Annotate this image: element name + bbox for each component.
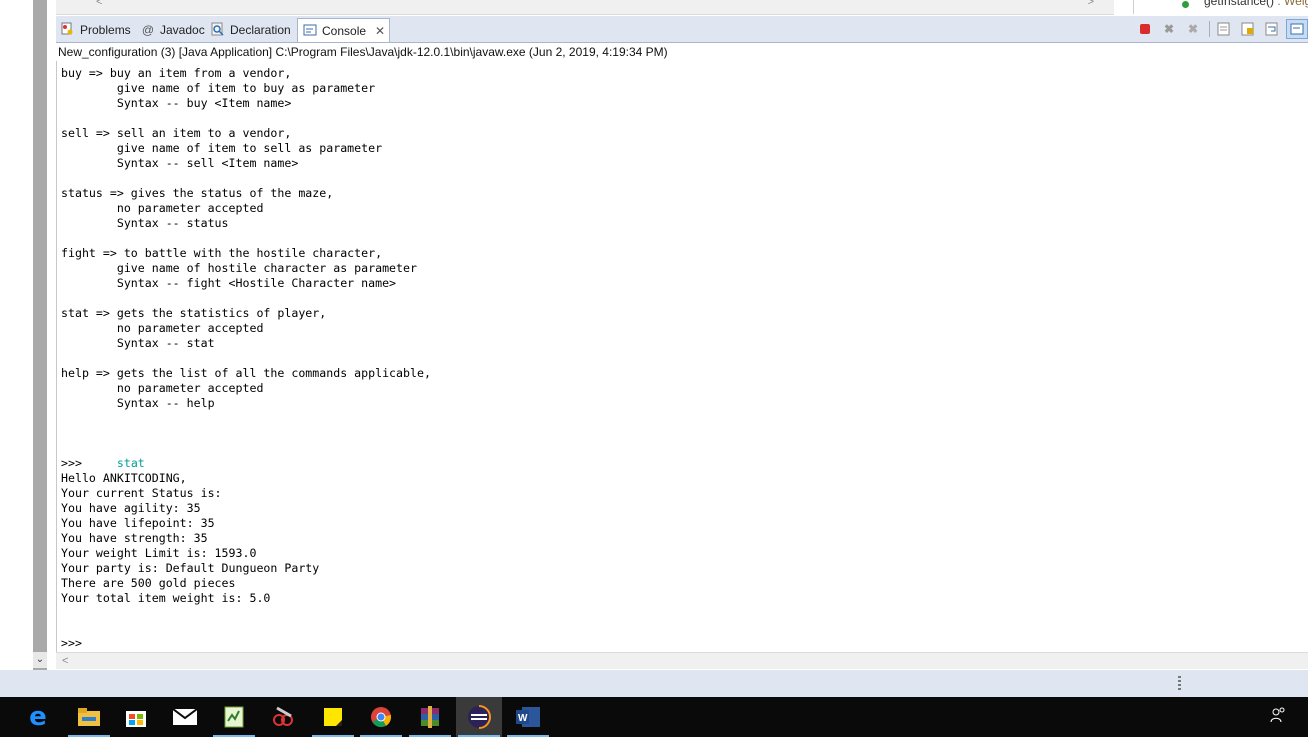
javadoc-icon: @ — [141, 22, 155, 37]
chrome-icon[interactable] — [358, 697, 404, 737]
scroll-lock-icon[interactable] — [1238, 20, 1258, 38]
problems-icon — [60, 22, 76, 38]
mail-icon[interactable] — [162, 697, 208, 737]
public-method-icon — [1182, 1, 1189, 8]
winrar-icon[interactable] — [407, 697, 453, 737]
snipping-tool-icon[interactable] — [260, 697, 306, 737]
sticky-notes-icon[interactable] — [310, 697, 356, 737]
outline-item[interactable]: getInstance() : Weig — [1204, 0, 1308, 8]
outline-view-strip: getInstance() : Weig — [1133, 0, 1308, 14]
scroll-left-icon[interactable]: < — [62, 653, 68, 669]
user-input-text: stat — [116, 456, 145, 470]
tab-label: Problems — [80, 22, 131, 37]
tab-label: Javadoc — [160, 22, 205, 37]
remove-all-terminated-icon[interactable]: ✖ — [1183, 20, 1203, 38]
status-bar — [0, 670, 1308, 697]
console-toolbar: ✖ ✖ — [1131, 18, 1308, 40]
display-selected-console-icon[interactable] — [1286, 19, 1308, 39]
person-icon[interactable] — [1270, 707, 1286, 726]
tab-label: Declaration — [230, 22, 291, 37]
prompt: >>> — [61, 456, 82, 470]
windows-taskbar: e W — [0, 697, 1308, 737]
scroll-left-icon[interactable]: < — [96, 0, 102, 8]
toolbar-separator — [1209, 21, 1210, 37]
scroll-down-arrow-icon[interactable]: ⌄ — [33, 652, 47, 668]
console-output[interactable]: buy => buy an item from a vendor, give n… — [56, 61, 1308, 652]
store-icon[interactable] — [113, 697, 159, 737]
close-icon[interactable]: ✕ — [375, 24, 385, 38]
status-output: Hello ANKITCODING, Your current Status i… — [61, 471, 320, 605]
tab-javadoc[interactable]: @ Javadoc — [140, 19, 205, 40]
prompt: >>> — [61, 636, 82, 650]
eclipse-icon[interactable] — [456, 697, 502, 737]
tab-problems[interactable]: Problems — [60, 19, 131, 40]
terminate-icon[interactable] — [1135, 20, 1155, 38]
scroll-right-icon[interactable]: > — [1088, 0, 1094, 8]
console-process-title: New_configuration (3) [Java Application]… — [56, 42, 1308, 62]
tab-console[interactable]: Console ✕ — [297, 18, 391, 43]
editor-left-gutter — [0, 0, 33, 670]
editor-horizontal-scrollbar[interactable]: < > — [56, 0, 1114, 15]
word-wrap-icon[interactable] — [1262, 20, 1282, 38]
clear-console-icon[interactable] — [1214, 20, 1234, 38]
edge-icon[interactable]: e — [15, 697, 61, 737]
left-scrollbar[interactable] — [33, 0, 47, 670]
status-bar-grip[interactable] — [1178, 676, 1181, 692]
console-icon — [302, 23, 318, 39]
word-icon[interactable]: W — [505, 697, 551, 737]
console-text: buy => buy an item from a vendor, give n… — [61, 66, 431, 651]
view-tab-bar: Problems @ Javadoc Declaration Console ✕… — [56, 16, 1308, 43]
declaration-icon — [210, 22, 226, 38]
notepad-icon[interactable] — [211, 697, 257, 737]
remove-launch-icon[interactable]: ✖ — [1159, 20, 1179, 38]
help-text: buy => buy an item from a vendor, give n… — [61, 66, 431, 410]
svg-text:W: W — [518, 713, 528, 724]
tab-label: Console — [322, 24, 367, 38]
console-horizontal-scrollbar[interactable]: < — [56, 652, 1308, 669]
file-explorer-icon[interactable] — [66, 697, 112, 737]
tab-declaration[interactable]: Declaration — [210, 19, 291, 40]
